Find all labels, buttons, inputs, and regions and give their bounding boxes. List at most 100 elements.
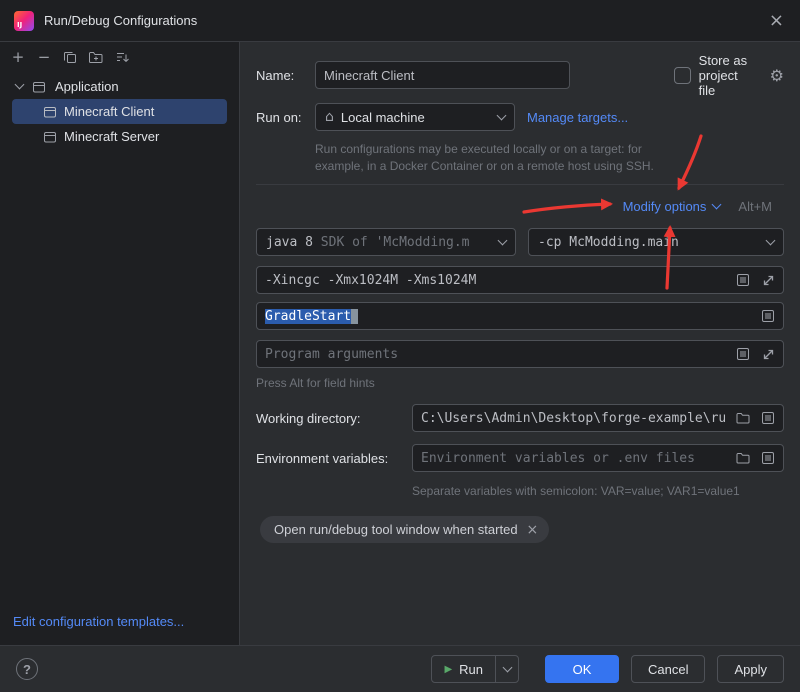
jre-description: SDK of 'McModding.m (321, 235, 470, 250)
sidebar-toolbar: + − (0, 42, 239, 72)
run-configuration-icon (42, 104, 58, 120)
name-label: Name: (256, 68, 315, 83)
configurations-tree: Application Minecraft Client Minecraft S… (0, 72, 239, 149)
add-configuration-button[interactable]: + (10, 49, 26, 65)
expand-field-icon[interactable] (758, 344, 778, 364)
name-row: Name: Store as project file ⚙ (256, 61, 784, 89)
chevron-down-icon (502, 662, 512, 672)
field-hint-text: Press Alt for field hints (256, 376, 375, 390)
copy-configuration-button[interactable] (62, 49, 78, 65)
dialog-footer: ? ▶ Run OK Cancel Apply (0, 645, 800, 692)
run-on-combo[interactable]: ⌂ Local machine (315, 103, 515, 131)
tree-item-label: Minecraft Client (64, 104, 154, 119)
modify-options-label: Modify options (623, 199, 707, 214)
run-configuration-icon (42, 129, 58, 145)
macros-list-icon[interactable] (733, 270, 753, 290)
copy-icon (62, 49, 78, 65)
environment-variables-field (412, 444, 784, 472)
settings-gear-icon[interactable]: ⚙ (770, 66, 784, 85)
chevron-down-icon (15, 80, 25, 90)
run-on-label: Run on: (256, 110, 315, 125)
run-play-icon: ▶ (444, 664, 452, 675)
run-button[interactable]: ▶ Run (431, 655, 519, 683)
macros-list-icon[interactable] (758, 448, 778, 468)
run-debug-configurations-dialog: IJ Run/Debug Configurations × + − Applic… (0, 0, 800, 692)
browse-folder-icon[interactable] (733, 448, 753, 468)
macros-list-icon[interactable] (758, 306, 778, 326)
apply-button[interactable]: Apply (717, 655, 784, 683)
ok-button[interactable]: OK (545, 655, 619, 683)
name-field (315, 61, 570, 89)
tree-group-label: Application (55, 79, 119, 94)
store-as-project-file-group: Store as project file ⚙ (674, 53, 784, 98)
tree-item-minecraft-client[interactable]: Minecraft Client (12, 99, 227, 124)
vm-options-input[interactable] (257, 267, 733, 293)
chevron-down-icon (497, 110, 507, 120)
sort-icon (114, 49, 130, 65)
before-launch-tag-label: Open run/debug tool window when started (274, 522, 518, 537)
environment-variables-label: Environment variables: (256, 451, 412, 466)
working-directory-field (412, 404, 784, 432)
store-as-project-file-label: Store as project file (699, 53, 758, 98)
run-on-help-line1: Run configurations may be executed local… (315, 141, 654, 158)
program-arguments-field (256, 340, 784, 368)
environment-variables-input[interactable] (413, 445, 733, 471)
edit-configuration-templates-link[interactable]: Edit configuration templates... (13, 614, 184, 629)
configuration-form: Name: Store as project file ⚙ Run on: ⌂ … (240, 42, 800, 645)
close-icon[interactable]: × (769, 12, 784, 30)
run-on-help-line2: example, in a Docker Container or on a r… (315, 158, 654, 175)
run-button-label: Run (459, 662, 483, 677)
footer-buttons: ▶ Run OK Cancel Apply (431, 655, 784, 683)
jre-classpath-row: java 8 SDK of 'McModding.m -cp McModding… (256, 228, 784, 256)
help-button[interactable]: ? (16, 658, 38, 680)
jre-combo[interactable]: java 8 SDK of 'McModding.m (256, 228, 516, 256)
local-machine-icon: ⌂ (325, 109, 334, 125)
sort-configurations-button[interactable] (114, 49, 130, 65)
expand-field-icon[interactable] (758, 270, 778, 290)
store-as-project-file-checkbox[interactable] (674, 67, 691, 84)
run-options-chevron[interactable] (496, 656, 518, 682)
tree-item-label: Minecraft Server (64, 129, 159, 144)
main-class-field[interactable]: GradleStart (256, 302, 784, 330)
environment-variables-help: Separate variables with semicolon: VAR=v… (412, 484, 740, 498)
intellij-logo-icon: IJ (14, 11, 34, 31)
run-on-help-text: Run configurations may be executed local… (315, 141, 654, 175)
manage-targets-link[interactable]: Manage targets... (527, 110, 628, 125)
jre-value: java 8 (266, 235, 313, 250)
chevron-down-icon (498, 235, 508, 245)
main-class-value: GradleStart (265, 309, 351, 324)
tree-group-application[interactable]: Application (0, 74, 239, 99)
section-divider (256, 184, 784, 185)
cancel-button[interactable]: Cancel (631, 655, 705, 683)
remove-configuration-button[interactable]: − (36, 49, 52, 65)
classpath-value: -cp McModding.main (538, 235, 679, 250)
modify-options-row: Modify options Alt+M (256, 194, 784, 218)
tree-item-minecraft-server[interactable]: Minecraft Server (12, 124, 227, 149)
classpath-combo[interactable]: -cp McModding.main (528, 228, 784, 256)
configurations-sidebar: + − Application Minecraft Client (0, 42, 240, 645)
macros-list-icon[interactable] (733, 344, 753, 364)
macros-list-icon[interactable] (758, 408, 778, 428)
run-on-row: Run on: ⌂ Local machine Manage targets..… (256, 103, 784, 131)
working-directory-input[interactable] (413, 405, 733, 431)
program-arguments-input[interactable] (257, 341, 733, 367)
text-caret (351, 309, 358, 324)
modify-options-shortcut: Alt+M (738, 199, 772, 214)
environment-variables-row: Environment variables: (256, 444, 784, 472)
new-folder-icon (88, 49, 104, 65)
remove-tag-icon[interactable]: × (527, 522, 539, 538)
name-input[interactable] (316, 62, 569, 88)
chevron-down-icon (712, 199, 722, 209)
modify-options-link[interactable]: Modify options (623, 199, 721, 214)
new-folder-button[interactable] (88, 49, 104, 65)
run-on-value: Local machine (341, 110, 425, 125)
working-directory-row: Working directory: (256, 404, 784, 432)
titlebar: IJ Run/Debug Configurations × (0, 0, 800, 42)
page-title: Run/Debug Configurations (44, 13, 197, 28)
working-directory-label: Working directory: (256, 411, 412, 426)
before-launch-tag[interactable]: Open run/debug tool window when started … (260, 516, 549, 543)
browse-folder-icon[interactable] (733, 408, 753, 428)
vm-options-field (256, 266, 784, 294)
application-type-icon (31, 79, 47, 95)
chevron-down-icon (766, 235, 776, 245)
